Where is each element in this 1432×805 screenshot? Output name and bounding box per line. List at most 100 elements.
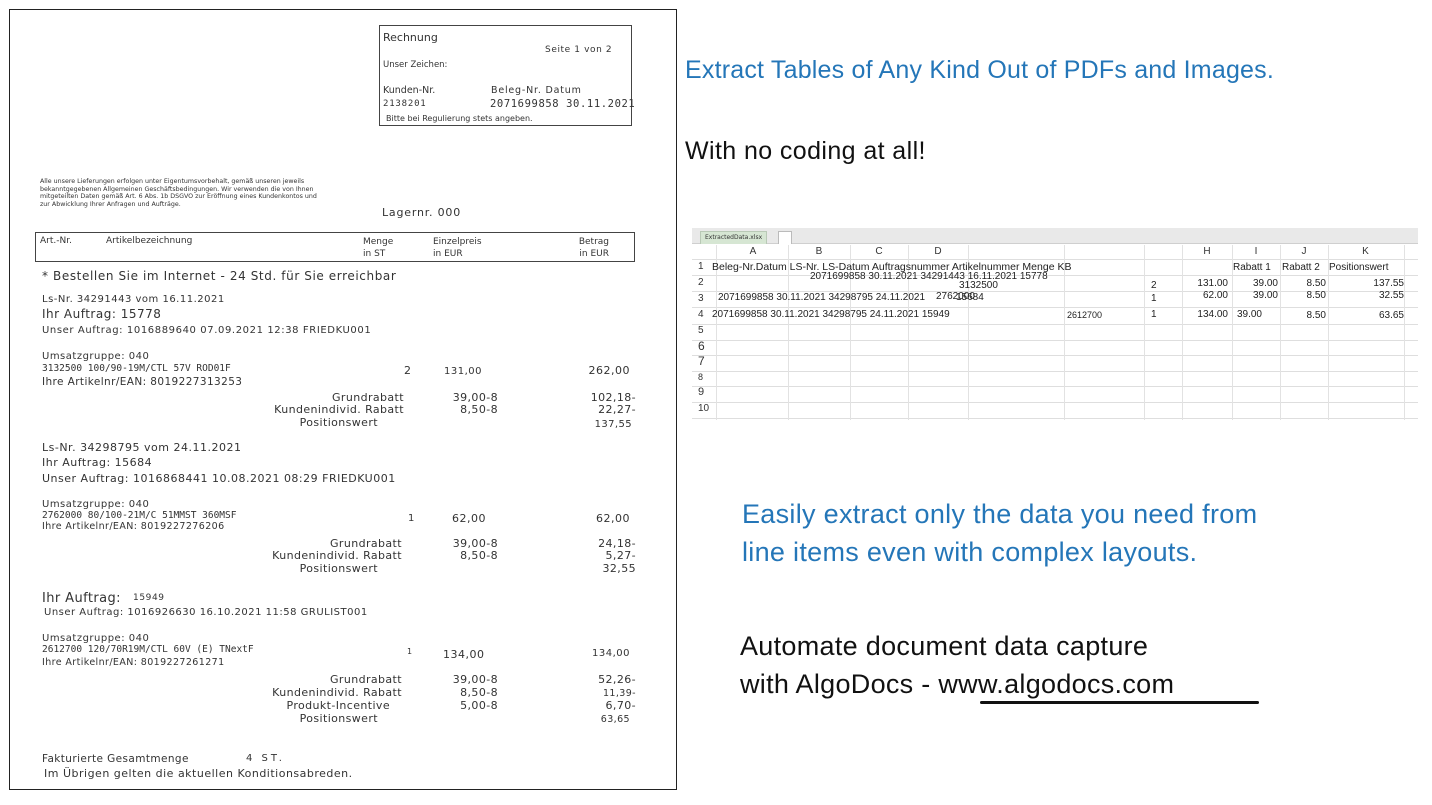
row-number[interactable]: 6 xyxy=(698,339,714,353)
column-letter[interactable]: D xyxy=(908,245,968,258)
row-number[interactable]: 3 xyxy=(698,293,714,304)
header-cell-rabatt2[interactable]: Rabatt 2 xyxy=(1282,262,1320,273)
discount-label: Kundenindivid. Rabatt xyxy=(274,403,404,416)
ean-line: Ihre Artikelnr/EAN: 8019227313253 xyxy=(42,376,243,388)
discount-pct: 8,50-8 xyxy=(460,549,498,562)
discount-value: 22,27- xyxy=(598,403,636,416)
col-artikelbezeichnung: Artikelbezeichnung xyxy=(106,236,193,246)
price-value: 131,00 xyxy=(444,366,482,377)
row-number[interactable]: 7 xyxy=(698,354,714,368)
sheet-file-tab[interactable]: ExtractedData.xlsx xyxy=(700,231,768,244)
kunden-nr-label: Kunden-Nr. xyxy=(383,85,436,96)
amount-value: 62,00 xyxy=(596,512,630,525)
cell-row2-pos[interactable]: 137.55 xyxy=(1328,278,1404,289)
ean-line: Ihre Artikelnr/EAN: 8019227276206 xyxy=(42,521,225,532)
article-line: 2612700 120/70R19M/CTL 60V (E) TNextF xyxy=(42,644,254,655)
link-underline xyxy=(980,701,1259,704)
column-letter[interactable]: J xyxy=(1280,245,1328,258)
qty-value: 1 xyxy=(407,647,413,656)
positionswert-label: Positionswert xyxy=(299,416,378,429)
discount-label: Grundrabatt xyxy=(330,673,402,686)
column-letter[interactable]: I xyxy=(1232,245,1280,258)
grid-col-line xyxy=(1404,245,1405,420)
grid-row-line xyxy=(692,355,1418,356)
cell-row2-qty[interactable]: 2 xyxy=(1151,280,1157,291)
col-betrag-unit: in EUR xyxy=(579,249,609,259)
promo-cta-text: Automate document data capture with Algo… xyxy=(740,627,1174,703)
grid-col-line xyxy=(1182,245,1183,420)
cell-row4-qty[interactable]: 1 xyxy=(1151,309,1157,320)
cell-row4-price[interactable]: 134.00 xyxy=(1182,309,1228,320)
column-letter[interactable]: C xyxy=(850,245,908,258)
row-number[interactable]: 10 xyxy=(698,403,714,414)
umsatzgruppe-line: Umsatzgruppe: 040 xyxy=(42,633,150,644)
header-cell-positionswert[interactable]: Positionswert xyxy=(1329,262,1388,273)
promo-cta-prefix: with AlgoDocs - xyxy=(740,669,939,699)
column-letter[interactable]: A xyxy=(718,245,788,258)
col-betrag: Betrag xyxy=(578,237,609,247)
promo-headline: Extract Tables of Any Kind Out of PDFs a… xyxy=(685,56,1274,84)
discount-label: Kundenindivid. Rabatt xyxy=(272,549,402,562)
ihr-auftrag-label: Ihr Auftrag: xyxy=(42,591,121,606)
grid-row-line xyxy=(692,275,1418,276)
promo-feature-text: Easily extract only the data you need fr… xyxy=(742,495,1257,571)
cell-row2-price[interactable]: 131.00 xyxy=(1182,278,1228,289)
algodocs-link[interactable]: www.algodocs.com xyxy=(938,669,1174,699)
col-menge: Menge xyxy=(363,237,394,247)
cell-row4-r1[interactable]: 39.00 xyxy=(1232,309,1262,320)
cell-row3-data[interactable]: 2071699858 30.11.2021 34298795 24.11.202… xyxy=(718,292,925,303)
discount-value: 11,39- xyxy=(602,688,636,699)
unser-auftrag-line: Unser Auftrag: 1016889640 07.09.2021 12:… xyxy=(42,325,372,336)
cell-row3-qty[interactable]: 1 xyxy=(1151,293,1157,304)
cell-row3-price[interactable]: 62.00 xyxy=(1182,290,1228,301)
cell-row4-data[interactable]: 2071699858 30.11.2021 34298795 24.11.202… xyxy=(712,309,950,320)
grid-row-line xyxy=(692,371,1418,372)
positionswert-label: Positionswert xyxy=(299,712,378,725)
price-value: 134,00 xyxy=(443,648,485,661)
discount-pct: 5,00-8 xyxy=(460,699,498,712)
discount-pct: 8,50-8 xyxy=(460,686,498,699)
legal-line: bekanntgegebenen Allgemeinen Geschäftsbe… xyxy=(40,185,314,193)
cell-row3-pos[interactable]: 32.55 xyxy=(1328,290,1404,301)
legal-line: zur Abwicklung Ihrer Anfragen und Aufträ… xyxy=(40,200,181,208)
konditionen-note: Im Übrigen gelten die aktuellen Konditio… xyxy=(44,767,353,780)
cell-row2-data[interactable]: 2071699858 30.11.2021 34291443 16.11.202… xyxy=(810,271,1048,282)
col-einzelpreis-unit: in EUR xyxy=(433,249,463,259)
cell-row2-article[interactable]: 3132500 xyxy=(959,280,998,291)
promo-cta-line: Automate document data capture xyxy=(740,631,1149,661)
column-letter[interactable]: H xyxy=(1182,245,1232,258)
discount-label: Produkt-Incentive xyxy=(286,699,390,712)
gesamtmenge-value: 4 ST. xyxy=(246,753,285,764)
ihr-auftrag-number: 15949 xyxy=(133,593,165,603)
cell-row4-r2[interactable]: 8.50 xyxy=(1280,310,1326,321)
regulierung-note: Bitte bei Regulierung stets angeben. xyxy=(386,114,533,123)
row-number[interactable]: 9 xyxy=(698,386,714,398)
article-line: 2762000 80/100-21M/C 51MMST 360MSF xyxy=(42,510,237,521)
column-header-row: Art.-Nr. Artikelbezeichnung Menge in ST … xyxy=(35,232,635,262)
header-cell-rabatt1[interactable]: Rabatt 1 xyxy=(1233,262,1271,273)
invoice-title: Rechnung xyxy=(383,31,438,44)
column-letter[interactable]: K xyxy=(1328,245,1403,258)
cell-row3-order[interactable]: 15684 xyxy=(956,292,984,303)
grid-row-line xyxy=(692,402,1418,403)
discount-label: Kundenindivid. Rabatt xyxy=(272,686,402,699)
lager-nr: Lagernr. 000 xyxy=(382,206,462,219)
grid-row-line xyxy=(692,386,1418,387)
spreadsheet-preview: ExtractedData.xlsx A B C D H I J K 1 2 3… xyxy=(692,228,1418,420)
cell-row4-pos[interactable]: 63.65 xyxy=(1328,310,1404,321)
cell-row3-r1[interactable]: 39.00 xyxy=(1232,290,1278,301)
cell-row4-article[interactable]: 2612700 xyxy=(1067,310,1102,320)
positionswert-label: Positionswert xyxy=(299,562,378,575)
row-number[interactable]: 2 xyxy=(698,277,714,288)
row-number[interactable]: 5 xyxy=(698,325,714,336)
new-tab-button[interactable] xyxy=(778,231,792,244)
qty-value: 2 xyxy=(404,364,411,377)
kunden-nr-value: 2138201 xyxy=(383,99,427,109)
row-number[interactable]: 8 xyxy=(698,372,714,382)
column-letter[interactable]: B xyxy=(788,245,850,258)
cell-row2-r1[interactable]: 39.00 xyxy=(1232,278,1278,289)
legal-notice: Alle unsere Lieferungen erfolgen unter E… xyxy=(40,178,317,208)
cell-row3-r2[interactable]: 8.50 xyxy=(1280,290,1326,301)
legal-line: mitgeteilten Daten gemäß Art. 6 Abs. 1b … xyxy=(40,193,317,200)
cell-row2-r2[interactable]: 8.50 xyxy=(1280,278,1326,289)
